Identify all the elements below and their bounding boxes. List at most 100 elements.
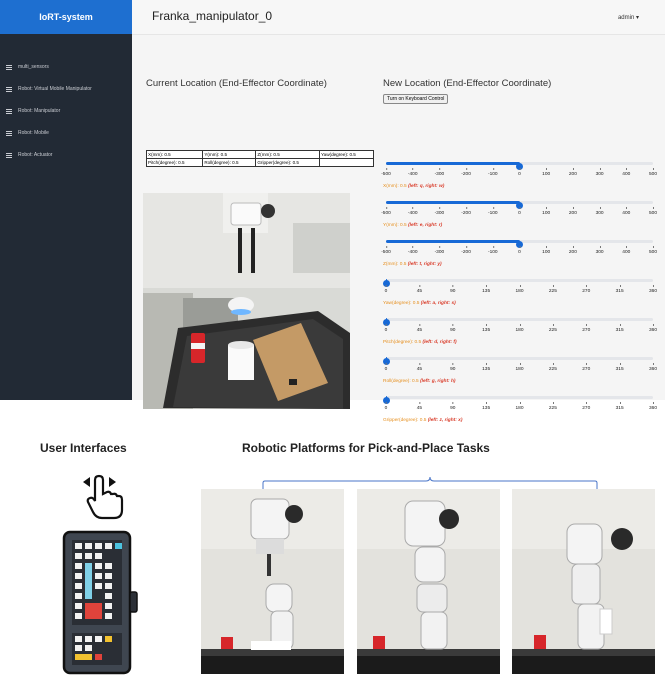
tick-label: 0: [384, 363, 388, 372]
user-interfaces-caption: User Interfaces: [40, 441, 127, 455]
tick-label: -200: [461, 168, 471, 177]
table-cell: Y(mm): 0.5: [202, 150, 257, 159]
slider-track[interactable]: [382, 318, 653, 326]
slider-track[interactable]: [386, 240, 653, 248]
page-title: Franka_manipulator_0: [152, 9, 273, 23]
slider-row: 0 45 90 135 180 225 270 315 360 Yaw(degree): 0.5 …: [382, 275, 657, 314]
tick-label: 270: [582, 402, 591, 411]
sidebar-item-mobile[interactable]: Robot: Mobile: [0, 122, 132, 144]
sidebar-item-manipulator[interactable]: Robot: Manipulator: [0, 100, 132, 122]
list-icon: [6, 86, 12, 92]
table-cell: Z(mm): 0.5: [255, 150, 320, 159]
tick-label: -300: [434, 207, 445, 216]
tick-label: 90: [450, 402, 456, 411]
tick-label: 225: [548, 363, 557, 372]
tick-label: 400: [622, 168, 631, 177]
tick-label: 225: [548, 324, 557, 333]
caret-down-icon: ▾: [635, 15, 639, 21]
slider-row: -500 -400 -300 -200 -100 0 100 200 300 400 500 Y(mm…: [381, 197, 657, 236]
slider-track[interactable]: [382, 396, 653, 404]
tick-label: 315: [615, 402, 624, 411]
tick-label: 300: [595, 246, 604, 255]
tick-label: 0: [384, 285, 388, 294]
robot-photo-2: [357, 489, 500, 674]
robotic-platforms-caption: Robotic Platforms for Pick-and-Place Tas…: [242, 441, 490, 455]
tick-label: 45: [416, 402, 423, 411]
user-menu[interactable]: admin ▾: [618, 14, 639, 21]
tick-label: 200: [568, 207, 577, 216]
tick-label: -500: [381, 207, 391, 216]
current-location-title: Current Location (End-Effector Coordinat…: [146, 78, 327, 89]
tick-label: -400: [407, 246, 418, 255]
tick-label: 300: [595, 207, 604, 216]
tick-label: 100: [542, 246, 551, 255]
keyboard-control-button[interactable]: Turn on Keyboard Control: [383, 94, 449, 104]
tick-label: -200: [461, 246, 471, 255]
new-location-title: New Location (End-Effector Coordinate): [383, 78, 552, 89]
tick-label: 360: [648, 324, 658, 333]
tick-label: -400: [407, 168, 418, 177]
tick-label: -100: [487, 168, 498, 177]
tick-label: 500: [648, 168, 658, 177]
sidebar-item-label: multi_sensors: [18, 64, 49, 70]
tick-label: 270: [582, 324, 591, 333]
current-location-table: X(mm): 0.5 Y(mm): 0.5 Z(mm): 0.5 Yaw(deg…: [145, 150, 375, 167]
slider-label: Z(mm): 0.5: [383, 262, 407, 267]
tick-label: 45: [416, 324, 423, 333]
list-icon: [6, 64, 12, 70]
slider-row: 0 45 90 135 180 225 270 315 360 Gripper(degree): …: [382, 392, 657, 431]
slider-keys: (left: d, right: f): [422, 340, 457, 345]
tick-label: 135: [482, 363, 491, 372]
slider-row: 0 45 90 135 180 225 270 315 360 Pitch(degree): 0.…: [382, 314, 658, 353]
sidebar-item-label: Robot: Manipulator: [18, 108, 61, 114]
sidebar-item-multi-sensors[interactable]: multi_sensors: [0, 56, 132, 78]
slider-keys: (left: e, right: r): [408, 223, 443, 228]
slider-keys: (left: q, right: w): [408, 184, 445, 189]
table-cell: Roll(degree): 0.5: [202, 158, 257, 167]
list-icon: [6, 152, 12, 158]
tick-label: 400: [622, 246, 631, 255]
tick-label: -200: [461, 207, 471, 216]
slider-fill: [386, 162, 520, 165]
table-row: Pitch(degree): 0.5 Roll(degree): 0.5 Gri…: [145, 158, 375, 167]
slider-ticks: -500 -400 -300 -200 -100 0 100 200 300 400 500: [381, 168, 658, 178]
robot-photo-1: [201, 489, 344, 674]
brand-logo[interactable]: IoRT-system: [0, 0, 132, 34]
sidebar-item-virtual-mobile-manipulator[interactable]: Robot: Virtual Mobile Manipulator: [0, 78, 132, 100]
table-cell: Gripper(degree): 0.5: [255, 158, 320, 167]
top-bar: Franka_manipulator_0 admin ▾: [132, 0, 665, 35]
slider-row: -500 -400 -300 -200 -100 0 100 200 300 400 500 X(mm…: [381, 158, 658, 197]
tick-label: 135: [482, 285, 491, 294]
tick-label: 180: [515, 363, 524, 372]
robot-photo-3: [512, 489, 655, 674]
tick-label: 270: [582, 363, 591, 372]
slider-track[interactable]: [382, 279, 653, 287]
slider-caption: Gripper(degree): 0.5 (left: z, right: x): [383, 418, 462, 423]
slider-label: Yaw(degree): 0.5: [383, 301, 420, 306]
slider-keys: (left: t, right: y): [407, 262, 442, 267]
slider-track[interactable]: [386, 162, 653, 170]
tick-label: 45: [416, 285, 423, 294]
tick-label: 180: [515, 285, 524, 294]
tick-label: -100: [487, 246, 498, 255]
slider-ticks: 0 45 90 135 180 225 270 315 360: [383, 324, 658, 334]
slider-track[interactable]: [386, 201, 653, 209]
tick-label: 200: [568, 246, 577, 255]
list-icon: [6, 108, 12, 114]
tick-label: 315: [615, 324, 624, 333]
slider-caption: X(mm): 0.5 (left: q, right: w): [383, 184, 444, 189]
tick-label: 45: [416, 363, 423, 372]
tick-label: -400: [407, 207, 418, 216]
keyboard-icon: [62, 530, 138, 675]
tick-label: 200: [568, 168, 577, 177]
sidebar: IoRT-system multi_sensors Robot: Virtual…: [0, 0, 132, 400]
tick-label: 0: [384, 324, 388, 333]
slider-track[interactable]: [382, 357, 653, 365]
table-row: X(mm): 0.5 Y(mm): 0.5 Z(mm): 0.5 Yaw(deg…: [145, 150, 375, 159]
sidebar-item-actuator[interactable]: Robot: Actuator: [0, 144, 132, 166]
tick-label: 270: [582, 285, 591, 294]
tick-label: 180: [515, 402, 524, 411]
slider-ticks: 0 45 90 135 180 225 270 315 360: [383, 363, 657, 373]
bracket-icon: [262, 476, 598, 489]
slider-keys: (left: a, right: s): [420, 301, 456, 306]
